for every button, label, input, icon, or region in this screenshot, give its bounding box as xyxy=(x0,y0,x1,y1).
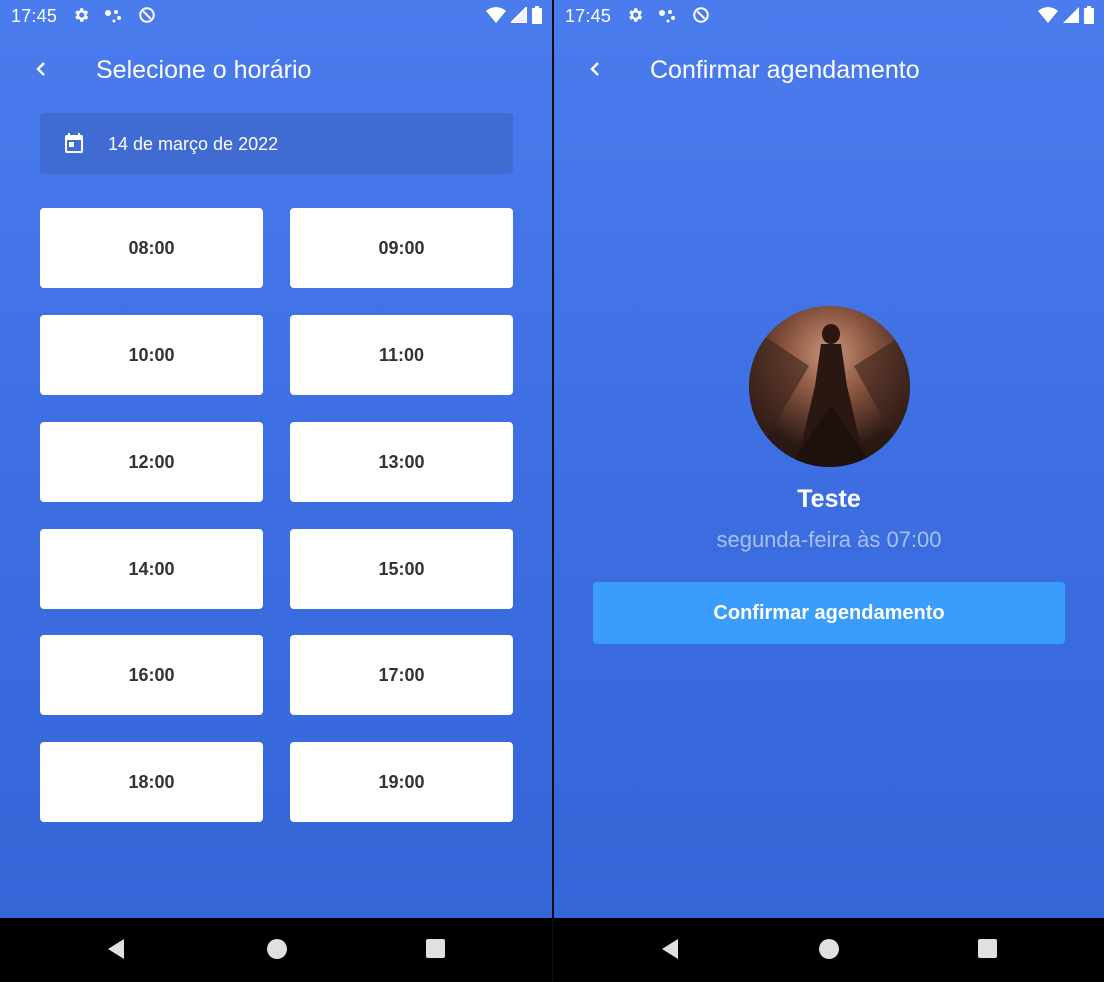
time-slot-button[interactable]: 09:00 xyxy=(290,208,513,288)
dots-icon xyxy=(659,10,675,23)
date-selector[interactable]: 14 de março de 2022 xyxy=(40,113,513,174)
avatar xyxy=(749,306,910,467)
time-slot-button[interactable]: 16:00 xyxy=(40,635,263,715)
app-background: 17:45 Confirmar agendamento Teste segund… xyxy=(554,0,1104,918)
circle-home-icon[interactable] xyxy=(266,938,288,960)
time-slot-button[interactable]: 11:00 xyxy=(290,315,513,395)
dots-icon xyxy=(105,10,121,23)
back-button[interactable] xyxy=(26,54,56,84)
navigation-bar xyxy=(0,918,552,982)
circle-home-icon[interactable] xyxy=(818,938,840,960)
time-slot-button[interactable]: 13:00 xyxy=(290,422,513,502)
battery-icon xyxy=(1084,6,1094,24)
navigation-bar xyxy=(554,918,1104,982)
header: Confirmar agendamento xyxy=(554,44,1104,96)
appointment-datetime: segunda-feira às 07:00 xyxy=(716,527,942,552)
confirm-appointment-button[interactable]: Confirmar agendamento xyxy=(593,582,1065,644)
status-notification-icons xyxy=(72,6,156,24)
status-time: 17:45 xyxy=(565,6,612,26)
chevron-left-icon xyxy=(36,62,45,76)
time-slot-button[interactable]: 19:00 xyxy=(290,742,513,822)
time-slot-button[interactable]: 15:00 xyxy=(290,529,513,609)
status-time: 17:45 xyxy=(11,6,58,26)
app-background: 17:45 Selecione o horário 14 de março de… xyxy=(0,0,552,918)
wifi-icon xyxy=(486,7,506,23)
header: Selecione o horário xyxy=(0,44,552,96)
wifi-icon xyxy=(1038,7,1058,23)
calendar-icon xyxy=(65,133,83,153)
status-bar: 17:45 xyxy=(554,0,1104,32)
gear-icon xyxy=(75,8,89,22)
chevron-left-icon xyxy=(590,62,599,76)
square-recents-icon[interactable] xyxy=(425,938,446,959)
status-system-icons xyxy=(486,6,542,24)
status-system-icons xyxy=(1038,6,1094,24)
time-slot-button[interactable]: 17:00 xyxy=(290,635,513,715)
time-slot-button[interactable]: 14:00 xyxy=(40,529,263,609)
time-slot-button[interactable]: 10:00 xyxy=(40,315,263,395)
page-title: Confirmar agendamento xyxy=(650,56,920,84)
gear-icon xyxy=(629,8,643,22)
battery-icon xyxy=(532,6,542,24)
triangle-back-icon[interactable] xyxy=(106,938,126,960)
signal-icon xyxy=(511,7,527,23)
page-title: Selecione o horário xyxy=(96,56,312,84)
selected-date: 14 de março de 2022 xyxy=(108,134,279,154)
professional-name: Teste xyxy=(797,485,861,513)
status-bar: 17:45 xyxy=(0,0,552,32)
status-notification-icons xyxy=(626,6,710,24)
time-slot-button[interactable]: 12:00 xyxy=(40,422,263,502)
confirmation-screen: 17:45 Confirmar agendamento Teste segund… xyxy=(554,0,1104,982)
signal-icon xyxy=(1063,7,1079,23)
triangle-back-icon[interactable] xyxy=(660,938,680,960)
back-button[interactable] xyxy=(580,54,610,84)
data-saver-icon xyxy=(693,7,709,23)
avatar-image xyxy=(749,306,910,467)
square-recents-icon[interactable] xyxy=(977,938,998,959)
time-selection-screen: 17:45 Selecione o horário 14 de março de… xyxy=(0,0,552,982)
time-slot-button[interactable]: 18:00 xyxy=(40,742,263,822)
data-saver-icon xyxy=(139,7,155,23)
time-slot-button[interactable]: 08:00 xyxy=(40,208,263,288)
